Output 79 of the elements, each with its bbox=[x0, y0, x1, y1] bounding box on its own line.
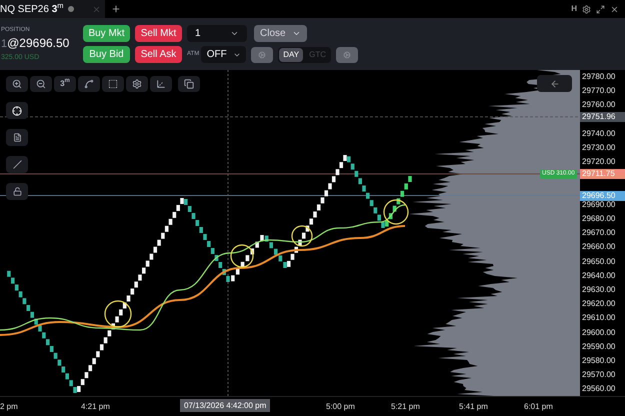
copy-button[interactable] bbox=[178, 76, 200, 92]
price-label: 29610.00 bbox=[582, 313, 616, 324]
price-label: 29640.00 bbox=[582, 270, 616, 281]
close-icon[interactable] bbox=[610, 4, 619, 14]
sell-button[interactable]: Sell Ask bbox=[135, 46, 182, 63]
price-label: 29580.00 bbox=[582, 356, 616, 366]
copy-icon bbox=[184, 79, 194, 89]
price-marker: 29696.50 bbox=[580, 190, 625, 201]
price-label: 29770.00 bbox=[582, 86, 616, 96]
gear-icon bbox=[342, 50, 351, 58]
settings-button[interactable] bbox=[336, 46, 358, 62]
price-label: 29670.00 bbox=[582, 228, 616, 238]
zoom-in-icon bbox=[12, 79, 22, 89]
price-label: 29740.00 bbox=[582, 128, 616, 139]
price-label: 29600.00 bbox=[582, 328, 616, 338]
axis-icon bbox=[156, 79, 166, 89]
chart-tab[interactable]: NQ SEP26 3$^{m}$ bbox=[0, 0, 105, 18]
interval-button[interactable]: 3$^{m}$ bbox=[54, 76, 76, 92]
add-tab-icon[interactable] bbox=[110, 4, 121, 14]
price-label: 29660.00 bbox=[582, 242, 616, 252]
document-button[interactable] bbox=[6, 129, 28, 146]
line-icon bbox=[12, 160, 22, 169]
highlight-circle bbox=[291, 225, 313, 247]
price-label: 29560.00 bbox=[582, 384, 616, 394]
price-marker: 29711.75 bbox=[580, 168, 625, 179]
time-in-force-tab[interactable]: DAY bbox=[279, 48, 304, 62]
hotkey-button[interactable]: H bbox=[571, 3, 577, 15]
settings-button[interactable] bbox=[126, 76, 148, 92]
price-label: 29730.00 bbox=[582, 143, 616, 153]
price-label: 29690.00 bbox=[582, 200, 616, 210]
position-quantity: 1 bbox=[1, 37, 8, 52]
sell-button[interactable]: Sell Mkt bbox=[135, 25, 182, 42]
settings-icon bbox=[132, 79, 142, 89]
price-label: 29630.00 bbox=[582, 285, 616, 295]
expand-icon[interactable] bbox=[596, 4, 605, 14]
time-label: 6:01 pm bbox=[524, 401, 553, 413]
highlight-circle bbox=[230, 244, 254, 268]
price-label: 29760.00 bbox=[582, 100, 616, 110]
chart-type-button[interactable] bbox=[78, 76, 100, 92]
position-price: @29696.50 bbox=[7, 35, 70, 52]
arrow-left-icon bbox=[550, 78, 560, 88]
dropdown-icon bbox=[292, 29, 301, 38]
crosshair-button[interactable] bbox=[6, 102, 28, 119]
price-label: 29680.00 bbox=[582, 214, 616, 224]
settings-button[interactable] bbox=[251, 46, 274, 62]
document-icon bbox=[12, 133, 22, 142]
dropdown-icon[interactable] bbox=[230, 29, 239, 38]
unlock-button[interactable] bbox=[6, 183, 28, 200]
tab-title: NQ SEP26 3$^{m}$ bbox=[0, 2, 64, 16]
price-marker: 29751.96 bbox=[580, 112, 625, 122]
time-label: 5:41 pm bbox=[459, 401, 488, 413]
price-label: 29570.00 bbox=[582, 370, 616, 380]
price-label: 29620.00 bbox=[582, 299, 616, 310]
unlock-icon bbox=[12, 187, 22, 196]
crosshair-time-label: 07/13/2026 4:42:00 pm bbox=[180, 399, 270, 412]
zoom-in-button[interactable] bbox=[6, 76, 28, 92]
price-label: 29590.00 bbox=[582, 342, 616, 352]
line-chart-icon bbox=[84, 79, 94, 89]
highlight-circle bbox=[104, 300, 132, 328]
axis-button[interactable] bbox=[150, 76, 172, 92]
price-label: 29780.00 bbox=[582, 72, 616, 82]
price-label: 29650.00 bbox=[582, 256, 616, 267]
time-label: 5:21 pm bbox=[391, 401, 420, 413]
price-label: 29720.00 bbox=[582, 157, 616, 168]
gear-icon bbox=[258, 50, 266, 58]
back-button[interactable] bbox=[537, 75, 572, 92]
time-label: 2 pm bbox=[0, 401, 18, 413]
crosshair-icon bbox=[12, 106, 22, 116]
settings-icon[interactable] bbox=[582, 4, 591, 14]
quantity-field[interactable]: 1 bbox=[187, 25, 247, 42]
zoom-out-button[interactable] bbox=[30, 76, 52, 92]
time-label: 4:21 pm bbox=[81, 401, 110, 413]
draw-line-button[interactable] bbox=[6, 156, 28, 173]
highlight-circle bbox=[383, 199, 409, 225]
atm-dropdown[interactable]: OFF bbox=[201, 46, 246, 63]
dashed-square-icon bbox=[108, 79, 118, 89]
zoom-out-icon bbox=[36, 79, 46, 89]
select-area-button[interactable] bbox=[102, 76, 124, 92]
time-label: 5:00 pm bbox=[326, 401, 355, 413]
